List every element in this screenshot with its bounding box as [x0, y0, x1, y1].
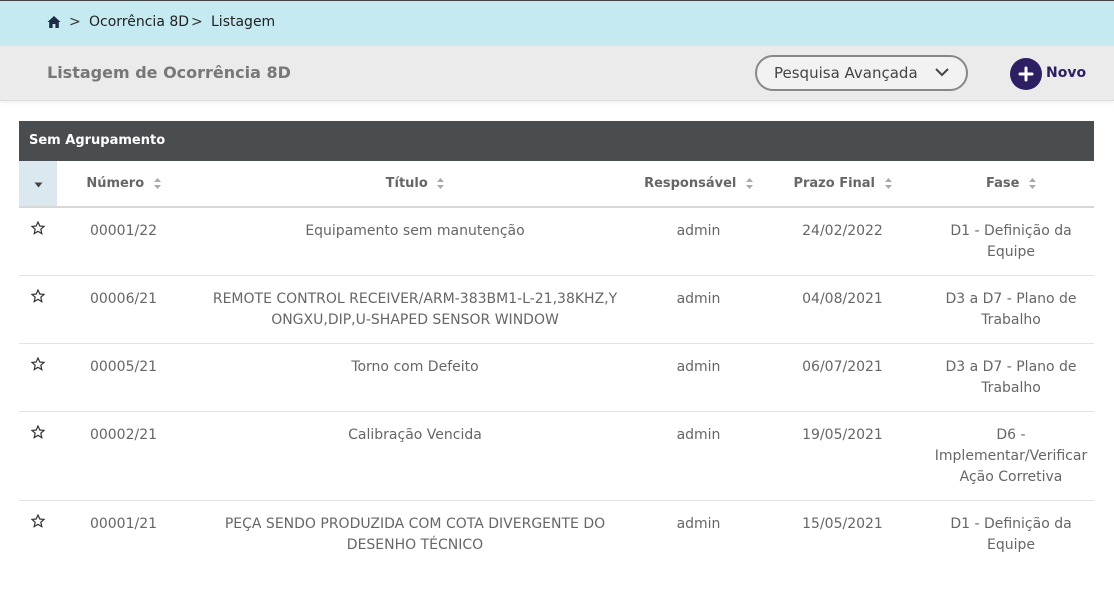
breadcrumb: > Ocorrência 8D > Listagem [0, 1, 1114, 46]
cell-responsavel: admin [640, 275, 757, 344]
cell-fase: D3 a D7 - Plano de Trabalho [928, 275, 1094, 344]
advanced-search-button[interactable]: Pesquisa Avançada [755, 55, 968, 91]
plus-icon [1018, 66, 1034, 82]
sort-icon [884, 178, 892, 189]
cell-prazo: 15/05/2021 [802, 516, 883, 532]
table-row[interactable]: 00001/22 Equipamento sem manutenção admi… [19, 207, 1094, 276]
column-header-responsavel[interactable]: Responsável [640, 161, 757, 208]
star-icon[interactable] [30, 288, 46, 303]
column-header-label: Responsável [644, 176, 737, 191]
cell-fase: D6 - Implementar/Verificar Ação Corretiv… [928, 411, 1094, 501]
cell-prazo: 19/05/2021 [757, 411, 928, 501]
cell-numero: 00006/21 [57, 275, 190, 344]
chevron-down-icon [935, 68, 949, 77]
column-header-fase[interactable]: Fase [928, 161, 1094, 208]
cell-responsavel: admin [640, 207, 757, 276]
star-icon[interactable] [30, 424, 46, 439]
cell-titulo: PEÇA SENDO PRODUZIDA COM COTA DIVERGENTE… [224, 516, 606, 553]
column-header-prazo[interactable]: Prazo Final [757, 161, 928, 208]
advanced-search-label: Pesquisa Avançada [774, 64, 918, 82]
column-header-label: Título [385, 176, 428, 191]
sort-icon [745, 178, 753, 189]
column-header-label: Prazo Final [793, 176, 876, 191]
cell-fase: D1 - Definição da Equipe [950, 516, 1072, 553]
cell-titulo: Calibração Vencida [190, 411, 640, 501]
new-button-circle [1010, 58, 1042, 90]
page-title: Listagem de Ocorrência 8D [47, 63, 291, 82]
sort-icon [1028, 178, 1036, 189]
column-header-label: Fase [986, 176, 1020, 191]
cell-titulo: REMOTE CONTROL RECEIVER/ARM-383BM1-L-21,… [190, 275, 640, 344]
cell-numero: 00001/22 [57, 207, 190, 276]
column-menu-toggle[interactable] [19, 161, 57, 208]
table-row[interactable]: 00001/21 PEÇA SENDO PRODUZIDA COM COTA D… [19, 501, 1094, 569]
column-header-titulo[interactable]: Título [190, 161, 640, 208]
cell-responsavel: admin [676, 516, 721, 532]
cell-responsavel: admin [640, 343, 757, 412]
breadcrumb-separator: > [69, 14, 81, 30]
cell-numero: 00002/21 [57, 411, 190, 501]
table-header-row: Número Título Responsável Prazo Final Fa… [19, 161, 1094, 208]
home-icon[interactable] [47, 15, 61, 29]
table-row[interactable]: 00005/21 Torno com Defeito admin 06/07/2… [19, 343, 1094, 412]
breadcrumb-item-ocorrencia[interactable]: Ocorrência 8D [89, 14, 189, 30]
table-row[interactable]: 00006/21 REMOTE CONTROL RECEIVER/ARM-383… [19, 275, 1094, 344]
cell-fase: D1 - Definição da Equipe [928, 207, 1094, 276]
star-icon[interactable] [30, 513, 46, 528]
sort-icon [437, 178, 445, 189]
column-header-numero[interactable]: Número [57, 161, 190, 208]
cell-prazo: 04/08/2021 [757, 275, 928, 344]
group-bar: Sem Agrupamento [19, 121, 1094, 161]
column-header-label: Número [86, 176, 145, 191]
new-button-label: Novo [1046, 65, 1087, 81]
group-label: Sem Agrupamento [29, 133, 166, 148]
cell-prazo: 24/02/2022 [757, 207, 928, 276]
caret-down-icon [34, 182, 42, 187]
breadcrumb-separator: > [191, 14, 203, 30]
cell-numero: 00001/21 [89, 516, 158, 532]
table-row[interactable]: 00002/21 Calibração Vencida admin 19/05/… [19, 411, 1094, 501]
cell-prazo: 06/07/2021 [757, 343, 928, 412]
page-header: Listagem de Ocorrência 8D Pesquisa Avanç… [0, 46, 1114, 101]
star-icon[interactable] [30, 356, 46, 371]
cell-titulo: Torno com Defeito [190, 343, 640, 412]
cell-titulo: Equipamento sem manutenção [190, 207, 640, 276]
cell-responsavel: admin [640, 411, 757, 501]
cell-numero: 00005/21 [57, 343, 190, 412]
cell-fase: D3 a D7 - Plano de Trabalho [928, 343, 1094, 412]
occurrence-table: Número Título Responsável Prazo Final Fa… [19, 161, 1094, 568]
star-icon[interactable] [30, 220, 46, 235]
sort-icon [153, 178, 161, 189]
breadcrumb-item-listagem[interactable]: Listagem [211, 14, 275, 30]
